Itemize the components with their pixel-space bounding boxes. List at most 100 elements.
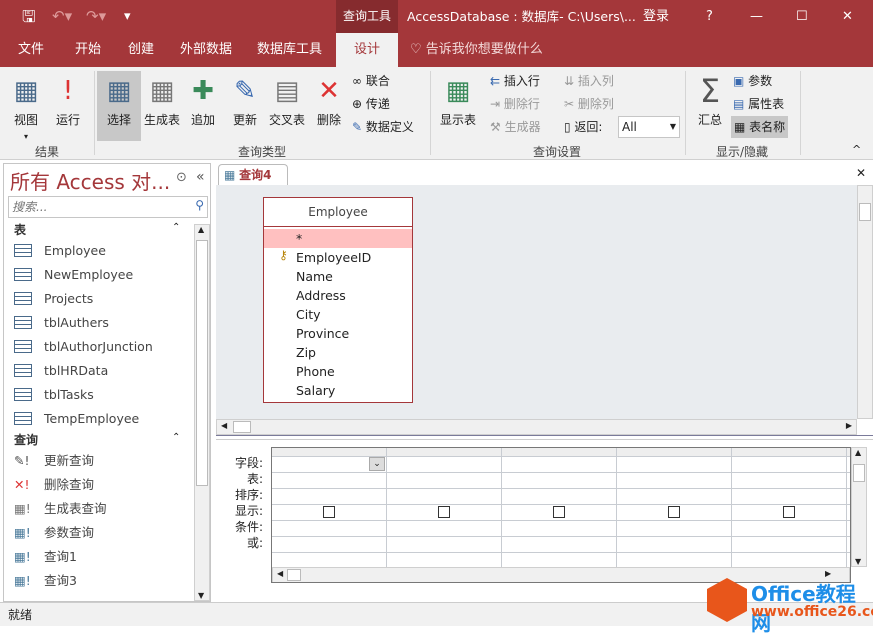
nav-item-table[interactable]: NewEmployee — [14, 263, 133, 287]
collapse-nav-button[interactable]: « — [196, 169, 205, 185]
nav-item-table[interactable]: tblAuthers — [14, 311, 109, 335]
nav-item-table[interactable]: Employee — [14, 239, 106, 263]
search-icon[interactable]: ⚲ — [195, 198, 204, 212]
section-collapse-icon[interactable]: ⌃ — [172, 432, 180, 443]
field-item[interactable]: City — [264, 305, 412, 324]
scroll-right-icon[interactable]: ▶ — [846, 421, 852, 430]
view-button[interactable]: ▦ 视图 ▾ — [4, 71, 48, 141]
nav-item-query[interactable]: ▦! 查询1 — [14, 545, 77, 569]
scroll-up-icon[interactable]: ▲ — [198, 225, 204, 234]
field-item[interactable]: Phone — [264, 362, 412, 381]
field-item[interactable]: * — [264, 229, 412, 248]
union-button[interactable]: ∞ 联合 — [352, 70, 390, 92]
nav-section-queries[interactable]: 查询 — [14, 430, 38, 450]
field-item[interactable]: Salary — [264, 381, 412, 400]
return-select[interactable]: All ▼ — [618, 116, 680, 138]
show-checkbox[interactable] — [438, 506, 450, 518]
table-names-button[interactable]: ▦ 表名称 — [731, 116, 789, 138]
pane-splitter[interactable] — [216, 435, 873, 440]
run-button[interactable]: ! 运行 — [46, 71, 90, 141]
close-document-button[interactable]: ✕ — [856, 166, 866, 180]
undo-icon[interactable]: ↶▾ — [52, 0, 72, 33]
field-item[interactable]: Address — [264, 286, 412, 305]
tab-database-tools[interactable]: 数据库工具 — [257, 33, 322, 67]
close-button[interactable]: ✕ — [842, 0, 853, 33]
nav-item-table[interactable]: tblHRData — [14, 359, 108, 383]
tab-design[interactable]: 设计 — [336, 33, 398, 67]
scroll-left-icon[interactable]: ◀ — [277, 569, 283, 578]
scroll-left-icon[interactable]: ◀ — [221, 421, 227, 430]
show-checkbox[interactable] — [783, 506, 795, 518]
pass-through-button[interactable]: ⊕ 传递 — [352, 93, 390, 115]
grid-row-label: 字段: — [234, 456, 263, 470]
nav-item-table[interactable]: TempEmployee — [14, 407, 139, 431]
collapse-ribbon-icon[interactable]: ^ — [852, 143, 861, 156]
show-table-button[interactable]: ▦ 显示表 — [436, 71, 480, 141]
login-link[interactable]: 登录 — [643, 0, 669, 33]
delete-rows-button[interactable]: ⇥ 删除行 — [490, 93, 540, 115]
field-list-employee[interactable]: Employee * ⚷ EmployeeID Name Address City Prov… — [263, 197, 413, 403]
scroll-thumb[interactable] — [196, 240, 208, 486]
nav-section-tables[interactable]: 表 — [14, 220, 26, 240]
totals-button[interactable]: Σ 汇总 — [688, 71, 732, 141]
data-definition-button[interactable]: ✎ 数据定义 — [352, 116, 414, 138]
section-collapse-icon[interactable]: ⌃ — [172, 222, 180, 233]
field-item[interactable]: Province — [264, 324, 412, 343]
show-checkbox[interactable] — [668, 506, 680, 518]
select-query-button[interactable]: ▦ 选择 — [97, 71, 141, 141]
scroll-thumb[interactable] — [859, 203, 871, 221]
nav-search[interactable]: ⚲ — [8, 196, 208, 218]
table-pane-hscroll[interactable]: ◀ ▶ — [216, 419, 857, 435]
table-pane-vscroll[interactable] — [857, 185, 873, 419]
tab-create[interactable]: 创建 — [128, 33, 154, 67]
field-item[interactable]: ⚷ EmployeeID — [264, 248, 412, 267]
delete-query-button[interactable]: ✕ 删除 — [307, 71, 351, 141]
nav-item-table[interactable]: Projects — [14, 287, 93, 311]
insert-rows-button[interactable]: ⇇ 插入行 — [490, 70, 540, 92]
redo-icon[interactable]: ↷▾ — [86, 0, 106, 33]
nav-item-query[interactable]: ▦! 生成表查询 — [14, 497, 107, 521]
delete-columns-button[interactable]: ✂ 删除列 — [564, 93, 614, 115]
nav-item-query[interactable]: ▦! 参数查询 — [14, 521, 94, 545]
nav-item-query[interactable]: ✎! 更新查询 — [14, 449, 94, 473]
show-checkbox[interactable] — [553, 506, 565, 518]
property-sheet-button[interactable]: ▤ 属性表 — [733, 93, 784, 115]
tab-home[interactable]: 开始 — [75, 33, 101, 67]
scroll-down-icon[interactable]: ▼ — [855, 557, 861, 566]
make-table-button[interactable]: ▦ 生成表 — [140, 71, 184, 141]
nav-menu-icon[interactable]: ⊙ — [176, 170, 187, 185]
nav-item-query[interactable]: ▦! 查询3 — [14, 569, 77, 593]
design-grid[interactable]: ⌄ ◀ ▶ — [271, 447, 851, 583]
field-dropdown-button[interactable]: ⌄ — [369, 457, 385, 471]
scroll-up-icon[interactable]: ▲ — [855, 448, 861, 457]
update-button[interactable]: ✎ 更新 — [223, 71, 267, 141]
help-button[interactable]: ? — [706, 0, 713, 33]
nav-item-table[interactable]: tblAuthorJunction — [14, 335, 153, 359]
insert-columns-button[interactable]: ⇊ 插入列 — [564, 70, 614, 92]
nav-item-table[interactable]: tblTasks — [14, 383, 94, 407]
scroll-thumb[interactable] — [853, 464, 865, 482]
tab-query4[interactable]: ▦ 查询4 — [218, 164, 288, 186]
scroll-thumb[interactable] — [287, 569, 301, 581]
parameters-button[interactable]: ▣ 参数 — [733, 70, 772, 92]
nav-item-query[interactable]: ✕! 删除查询 — [14, 473, 94, 497]
scroll-thumb[interactable] — [233, 421, 251, 433]
insert-rows-icon: ⇇ — [490, 74, 504, 88]
tell-me-search[interactable]: ♡ 告诉我你想要做什么 — [410, 33, 543, 67]
nav-title[interactable]: 所有 Access 对... — [10, 166, 170, 195]
tab-external-data[interactable]: 外部数据 — [180, 33, 232, 67]
show-checkbox[interactable] — [323, 506, 335, 518]
crosstab-button[interactable]: ▤ 交叉表 — [265, 71, 309, 141]
builder-button[interactable]: ⚒ 生成器 — [490, 116, 541, 138]
field-item[interactable]: Zip — [264, 343, 412, 362]
customize-quick-access[interactable]: ▾ — [124, 0, 131, 33]
append-button[interactable]: ✚ 追加 — [181, 71, 225, 141]
grid-vscroll[interactable]: ▲ ▼ — [851, 447, 867, 567]
minimize-button[interactable]: — — [750, 0, 763, 33]
save-icon[interactable]: 🖫 — [22, 0, 36, 33]
tab-file[interactable]: 文件 — [18, 33, 44, 67]
maximize-button[interactable]: ☐ — [796, 0, 808, 33]
scroll-down-icon[interactable]: ▼ — [198, 591, 204, 600]
field-item[interactable]: Name — [264, 267, 412, 286]
search-input[interactable] — [9, 197, 184, 217]
